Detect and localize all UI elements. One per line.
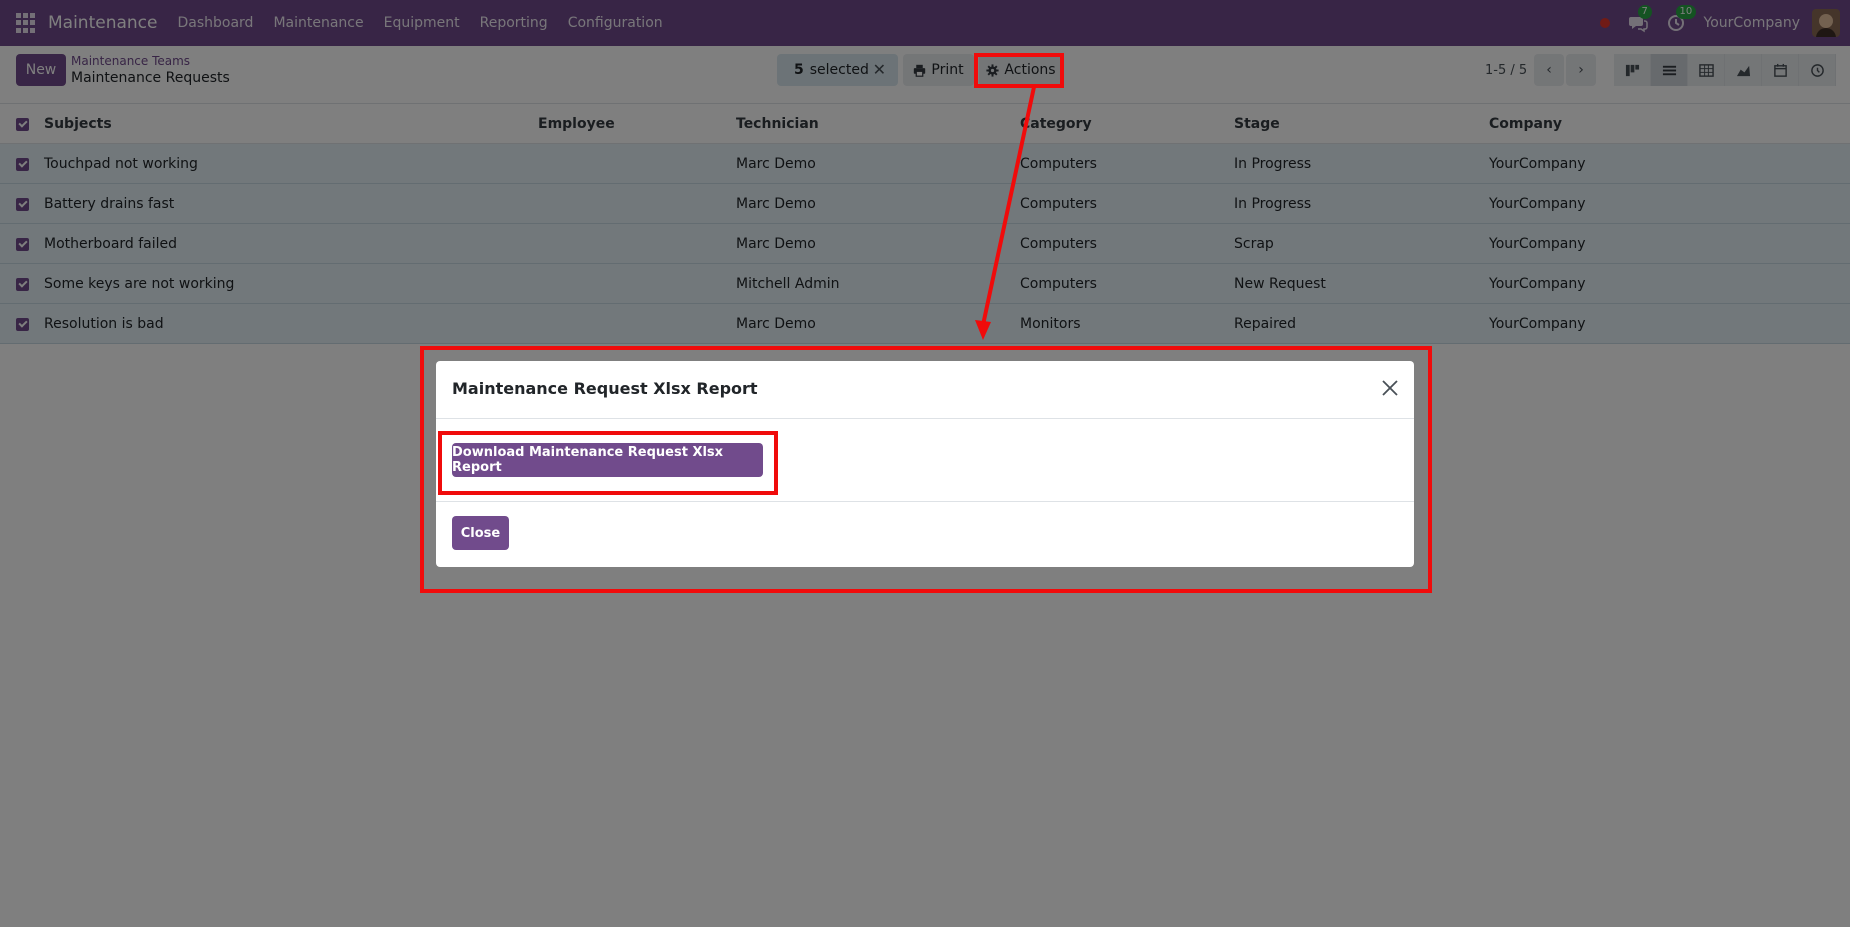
app-brand[interactable]: Maintenance xyxy=(48,13,157,33)
systray: 7 10 YourCompany xyxy=(1599,0,1850,46)
company-switcher[interactable]: YourCompany xyxy=(1704,15,1801,31)
activities-clock-icon[interactable]: 10 xyxy=(1666,5,1697,33)
top-navbar: Maintenance Dashboard Maintenance Equipm… xyxy=(0,0,1850,46)
activities-badge: 10 xyxy=(1675,5,1697,19)
dialog-title: Maintenance Request Xlsx Report xyxy=(452,379,758,398)
dialog-body: Download Maintenance Request Xlsx Report xyxy=(436,419,1414,502)
dialog-footer: Close xyxy=(436,502,1414,566)
recording-dot-icon[interactable] xyxy=(1599,18,1610,28)
apps-menu-icon[interactable] xyxy=(16,13,36,33)
user-avatar[interactable] xyxy=(1812,9,1840,37)
menu-reporting[interactable]: Reporting xyxy=(470,15,558,31)
messages-icon[interactable]: 7 xyxy=(1628,5,1652,33)
xlsx-report-dialog: Maintenance Request Xlsx Report Download… xyxy=(436,361,1414,567)
menu-dashboard[interactable]: Dashboard xyxy=(167,15,263,31)
menu-configuration[interactable]: Configuration xyxy=(558,15,673,31)
dialog-header: Maintenance Request Xlsx Report xyxy=(436,361,1414,419)
menu-maintenance[interactable]: Maintenance xyxy=(263,15,373,31)
messages-badge: 7 xyxy=(1637,5,1652,19)
close-button[interactable]: Close xyxy=(452,516,509,550)
download-xlsx-report-button[interactable]: Download Maintenance Request Xlsx Report xyxy=(452,443,763,477)
menu-equipment[interactable]: Equipment xyxy=(374,15,470,31)
close-icon[interactable] xyxy=(1380,378,1400,398)
